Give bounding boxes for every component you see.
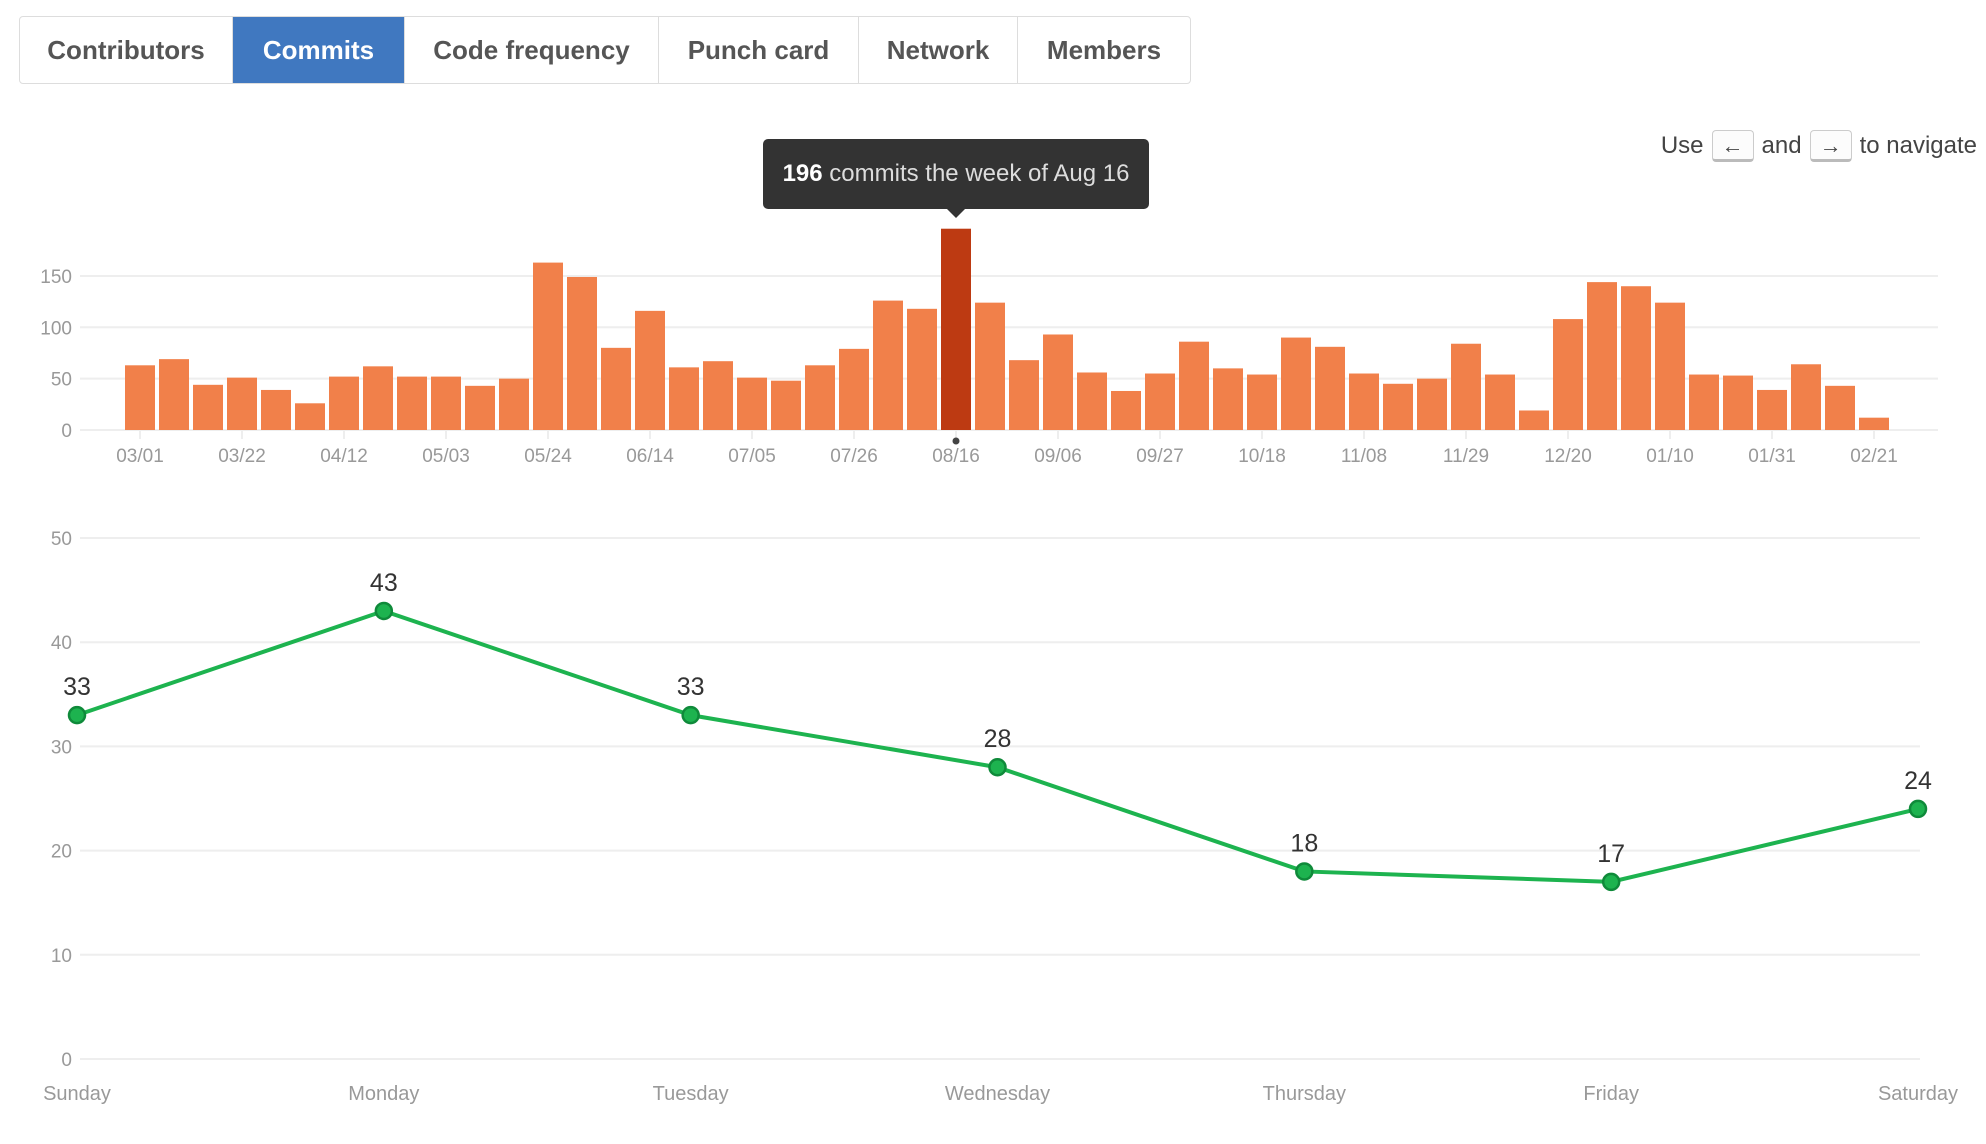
data-label: 28	[984, 725, 1012, 753]
y-tick-label: 10	[51, 946, 72, 967]
data-point	[1601, 872, 1621, 892]
data-label: 33	[63, 673, 91, 701]
x-tick-label: Monday	[348, 1083, 419, 1105]
x-tick-label: Wednesday	[945, 1083, 1050, 1105]
data-point	[681, 705, 700, 725]
y-tick-label: 30	[51, 737, 72, 758]
tooltip-count: 196	[782, 160, 823, 187]
bar-tooltip: 196 commits the week of Aug 16	[763, 139, 1149, 218]
data-point	[67, 705, 87, 725]
y-tick-label: 50	[51, 529, 72, 550]
x-tick-label: Thursday	[1263, 1083, 1346, 1105]
x-tick-label: Tuesday	[653, 1083, 729, 1105]
data-point	[374, 601, 394, 621]
y-tick-label: 20	[51, 842, 72, 863]
data-point	[1295, 862, 1314, 881]
y-tick-label: 40	[51, 633, 72, 654]
x-tick-label: Sunday	[43, 1083, 111, 1105]
data-label: 17	[1597, 840, 1625, 868]
data-label: 24	[1904, 767, 1932, 795]
y-tick-label: 0	[61, 1050, 72, 1071]
data-point	[988, 757, 1007, 777]
x-tick-label: Friday	[1583, 1083, 1639, 1105]
data-point	[1908, 799, 1928, 819]
x-tick-label: Saturday	[1878, 1083, 1958, 1105]
data-label: 33	[677, 673, 705, 701]
tooltip-text: commits the week of Aug 16	[829, 160, 1130, 187]
data-label: 43	[370, 569, 398, 597]
data-label: 18	[1290, 829, 1318, 857]
